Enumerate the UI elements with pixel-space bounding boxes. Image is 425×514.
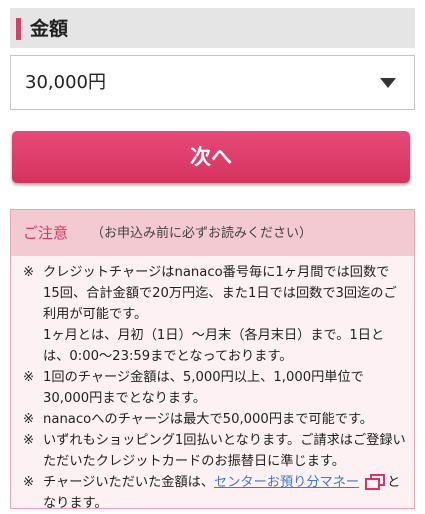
notice-title: ご注意 <box>23 224 69 242</box>
notice-body: ※ クレジットチャージはnanaco番号毎に1ヶ月間では回数で15回、合計金額で… <box>11 256 414 514</box>
amount-section-title: 金額 <box>30 18 69 40</box>
notice-mark: ※ <box>23 370 35 385</box>
notice-item-text: チャージいただいた金額は、 <box>43 475 215 490</box>
notice-box: ご注意 （お申込み前に必ずお読みください） ※ クレジットチャージはnanaco… <box>10 209 415 511</box>
notice-item: ※ クレジットチャージはnanaco番号毎に1ヶ月間では回数で15回、合計金額で… <box>23 262 406 367</box>
notice-mark: ※ <box>23 412 35 427</box>
next-button[interactable]: 次へ <box>12 131 410 183</box>
chevron-down-icon <box>380 78 396 88</box>
notice-mark: ※ <box>23 433 35 448</box>
amount-select-value: 30,000円 <box>25 72 106 93</box>
notice-mark: ※ <box>23 265 35 280</box>
section-accent-bar <box>16 18 21 40</box>
notice-item: ※ 1回のチャージ金額は、5,000円以上、1,000円単位で30,000円まで… <box>23 367 406 409</box>
notice-item: ※ いずれもショッピング1回払いとなります。ご請求はご登録いただいたクレジットカ… <box>23 430 406 472</box>
notice-item-text: nanacoへのチャージは最大で50,000円まで可能です。 <box>43 412 373 427</box>
notice-item: ※ チャージいただいた金額は、センターお預り分マネー となります。 <box>23 472 406 514</box>
notice-header: ご注意 （お申込み前に必ずお読みください） <box>11 210 414 256</box>
center-money-link[interactable]: センターお預り分マネー <box>214 475 359 490</box>
amount-section-header: 金額 <box>10 8 415 48</box>
notice-item-subtext: 1ヶ月とは、月初（1日）～月末（各月末日）まで。1日とは、0:00～23:59ま… <box>43 328 385 364</box>
notice-mark: ※ <box>23 475 35 490</box>
notice-item-text: いずれもショッピング1回払いとなります。ご請求はご登録いただいたクレジットカード… <box>43 433 406 469</box>
notice-item: ※ nanacoへのチャージは最大で50,000円まで可能です。 <box>23 409 406 430</box>
notice-item-text: クレジットチャージはnanaco番号毎に1ヶ月間では回数で15回、合計金額で20… <box>43 265 397 322</box>
notice-item-text: 1回のチャージ金額は、5,000円以上、1,000円単位で30,000円までとな… <box>43 370 364 406</box>
notice-subtitle: （お申込み前に必ずお読みください） <box>91 226 313 241</box>
external-window-icon[interactable] <box>365 474 386 490</box>
amount-select[interactable]: 30,000円 <box>10 55 415 110</box>
